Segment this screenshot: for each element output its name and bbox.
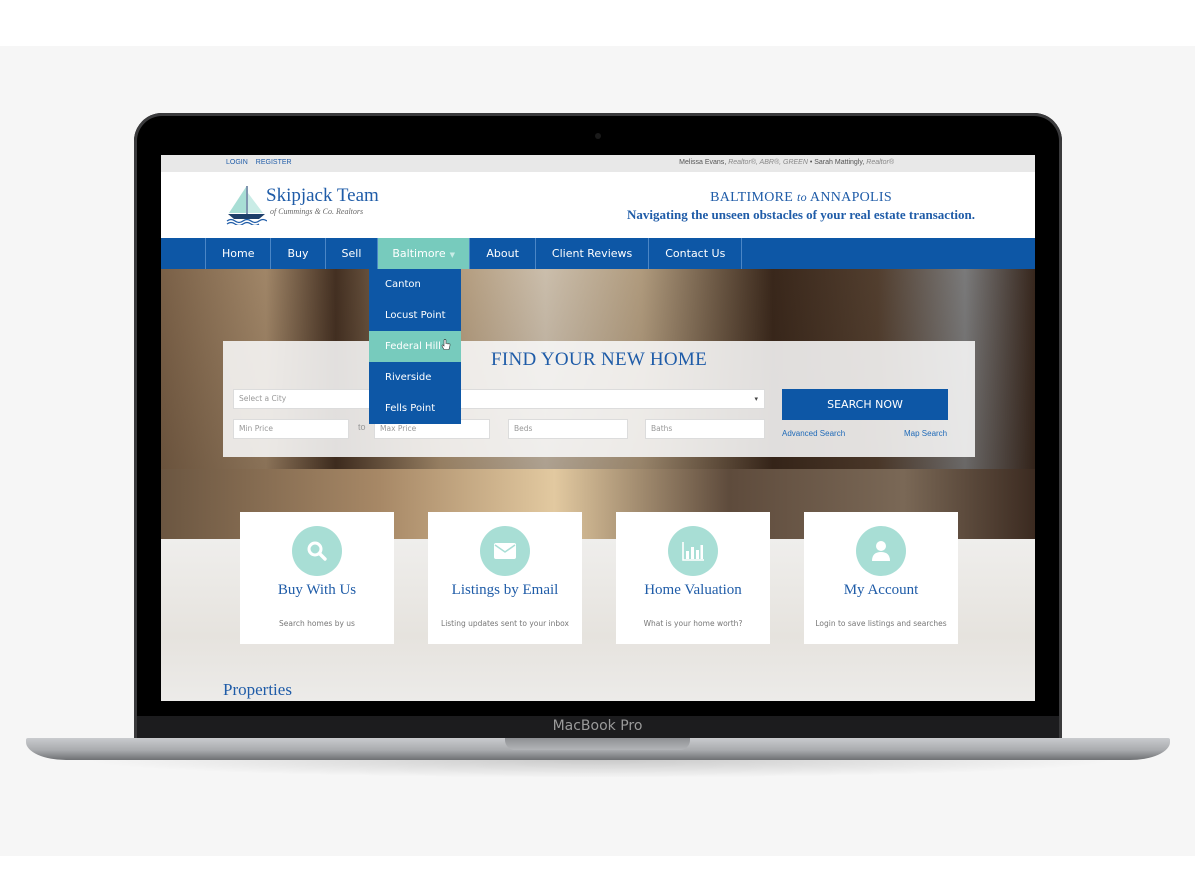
- card-desc: Login to save listings and searches: [815, 619, 947, 628]
- tagline-cities: BALTIMORE to ANNAPOLIS: [627, 190, 975, 206]
- card-desc: Listing updates sent to your inbox: [441, 619, 569, 628]
- search-icon: [307, 541, 327, 561]
- register-link[interactable]: REGISTER: [256, 159, 292, 166]
- min-price-input[interactable]: Min Price: [233, 419, 349, 439]
- laptop-notch: [505, 738, 690, 750]
- hand-cursor-icon: [441, 339, 451, 350]
- nav-baltimore-label: Baltimore: [392, 247, 446, 260]
- city-select[interactable]: Select a City ▾: [233, 389, 765, 409]
- site-header: Skipjack Team of Cummings & Co. Realtors…: [161, 172, 1035, 238]
- card-my-account[interactable]: My Account Login to save listings and se…: [804, 512, 958, 644]
- agent-separator: •: [809, 159, 813, 166]
- baltimore-dropdown: Canton Locust Point Federal Hill Riversi…: [369, 269, 461, 424]
- top-bar: LOGIN REGISTER Melissa Evans, Realtor®, …: [161, 155, 1035, 172]
- city-select-placeholder: Select a City: [239, 394, 287, 403]
- agent2-creds: Realtor®: [866, 159, 894, 166]
- nav-sell[interactable]: Sell: [326, 238, 379, 269]
- beds-input[interactable]: Beds: [508, 419, 628, 439]
- tagline-city1: BALTIMORE: [710, 190, 794, 205]
- card-title: Listings by Email: [451, 582, 559, 598]
- card-title: Buy With Us: [277, 582, 357, 598]
- nav-buy[interactable]: Buy: [271, 238, 326, 269]
- auth-links: LOGIN REGISTER: [226, 159, 292, 166]
- dropdown-item-federal-hill-label: Federal Hill: [385, 341, 441, 352]
- nav-contact-us[interactable]: Contact Us: [649, 238, 743, 269]
- card-icon-circle: [668, 526, 718, 576]
- nav-spacer: [161, 238, 206, 269]
- search-title: FIND YOUR NEW HOME: [491, 349, 707, 370]
- laptop-shadow: [80, 760, 1120, 778]
- card-title: Home Valuation: [644, 582, 742, 598]
- baths-input[interactable]: Baths: [645, 419, 765, 439]
- tagline-slogan: Navigating the unseen obstacles of your …: [627, 207, 975, 222]
- tagline-to: to: [796, 190, 807, 204]
- camera-icon: [595, 133, 601, 139]
- card-icon-circle: [480, 526, 530, 576]
- logo-title: Skipjack Team: [266, 185, 379, 206]
- tagline: BALTIMORE to ANNAPOLIS Navigating the un…: [627, 190, 975, 223]
- login-link[interactable]: LOGIN: [226, 159, 248, 166]
- dropdown-item-fells-point[interactable]: Fells Point: [369, 393, 461, 424]
- device-label: MacBook Pro: [552, 718, 643, 734]
- card-desc: What is your home worth?: [643, 619, 743, 628]
- nav-home[interactable]: Home: [206, 238, 272, 269]
- card-listings-by-email[interactable]: Listings by Email Listing updates sent t…: [428, 512, 582, 644]
- advanced-search-link[interactable]: Advanced Search: [782, 429, 845, 438]
- nav-client-reviews[interactable]: Client Reviews: [536, 238, 650, 269]
- logo-subtitle: of Cummings & Co. Realtors: [270, 207, 364, 216]
- agent2-name: Sarah Mattingly: [814, 159, 863, 166]
- dropdown-item-federal-hill[interactable]: Federal Hill: [369, 331, 461, 362]
- card-icon-circle: [856, 526, 906, 576]
- map-search-link[interactable]: Map Search: [904, 429, 947, 438]
- card-icon-circle: [292, 526, 342, 576]
- agent-credits: Melissa Evans, Realtor®, ABR®, GREEN • S…: [679, 159, 894, 166]
- search-now-button[interactable]: SEARCH NOW: [782, 389, 948, 420]
- caret-down-icon: ▾: [754, 395, 758, 403]
- screen: LOGIN REGISTER Melissa Evans, Realtor®, …: [161, 155, 1035, 701]
- logo[interactable]: Skipjack Team of Cummings & Co. Realtors: [225, 185, 385, 225]
- feature-cards: Buy With Us Search homes by us Listings …: [240, 512, 958, 644]
- card-title: My Account: [843, 582, 919, 598]
- envelope-icon: [494, 543, 516, 559]
- user-icon: [872, 541, 890, 561]
- search-panel: FIND YOUR NEW HOME Select a City ▾ Min P…: [223, 341, 975, 457]
- dropdown-item-canton[interactable]: Canton: [369, 269, 461, 300]
- card-home-valuation[interactable]: Home Valuation What is your home worth?: [616, 512, 770, 644]
- properties-heading: Properties: [223, 680, 292, 699]
- dropdown-item-riverside[interactable]: Riverside: [369, 362, 461, 393]
- sailboat-icon: [226, 186, 267, 225]
- nav-baltimore[interactable]: Baltimore ▼: [378, 238, 471, 269]
- main-nav: Home Buy Sell Baltimore ▼ About Client Re…: [161, 238, 1035, 269]
- to-label: to: [358, 422, 366, 432]
- agent1-creds: Realtor®, ABR®, GREEN: [728, 159, 808, 166]
- caret-down-icon: ▼: [449, 251, 455, 259]
- nav-about[interactable]: About: [470, 238, 536, 269]
- tagline-city2: ANNAPOLIS: [809, 190, 892, 205]
- card-desc: Search homes by us: [279, 619, 355, 628]
- card-buy-with-us[interactable]: Buy With Us Search homes by us: [240, 512, 394, 644]
- dropdown-item-locust-point[interactable]: Locust Point: [369, 300, 461, 331]
- agent1-name: Melissa Evans: [679, 159, 725, 166]
- bar-chart-icon: [682, 542, 704, 561]
